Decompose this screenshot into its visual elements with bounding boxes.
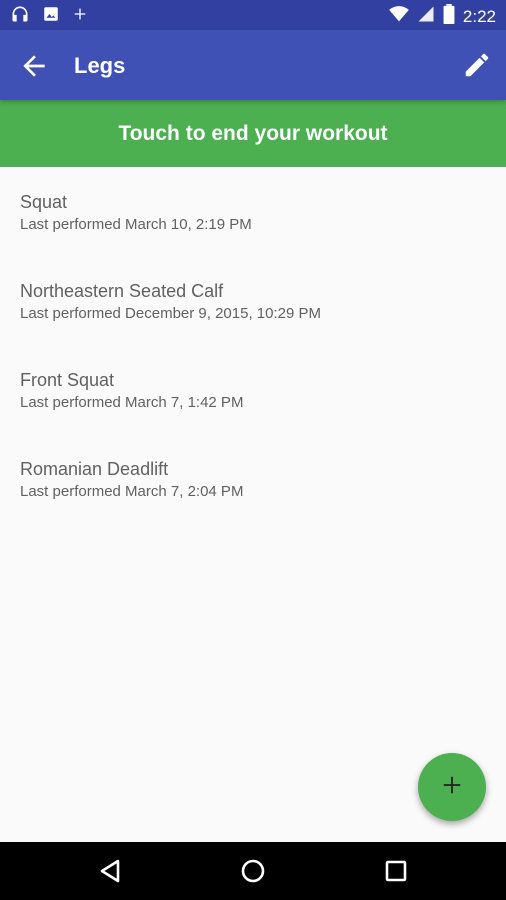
status-left-icons [10, 4, 88, 29]
exercise-name: Squat [20, 192, 68, 212]
status-time: 2:22 [462, 6, 496, 26]
status-right-icons: 2:22 [389, 4, 496, 29]
end-workout-banner[interactable]: Touch to end your workout [0, 100, 506, 167]
image-icon [42, 5, 60, 28]
end-workout-label: Touch to end your workout [118, 122, 388, 145]
exercise-last-performed: Last performed March 7, 1:42 PM [20, 394, 244, 411]
page-title: Legs [74, 53, 126, 78]
system-nav-bar [0, 842, 506, 900]
back-triangle-icon[interactable] [96, 856, 126, 886]
list-item[interactable]: Northeastern Seated Calf Last performed … [0, 256, 506, 345]
exercise-last-performed: Last performed December 9, 2015, 10:29 P… [20, 305, 321, 322]
battery-icon [443, 4, 455, 29]
arrow-back-icon[interactable] [18, 50, 50, 82]
list-item[interactable]: Squat Last performed March 10, 2:19 PM [0, 167, 506, 256]
exercise-name: Romanian Deadlift [20, 459, 169, 479]
exercise-last-performed: Last performed March 10, 2:19 PM [20, 216, 252, 233]
add-exercise-button[interactable] [418, 753, 486, 821]
wifi-icon [389, 5, 409, 28]
exercise-last-performed: Last performed March 7, 2:04 PM [20, 483, 244, 500]
add-icon [441, 774, 463, 801]
exercise-name: Front Squat [20, 370, 115, 390]
edit-pencil-icon[interactable] [462, 50, 492, 80]
signal-icon [417, 5, 435, 28]
home-circle-icon[interactable] [238, 856, 268, 886]
list-item[interactable]: Romanian Deadlift Last performed March 7… [0, 434, 506, 523]
app-bar: Legs [0, 30, 506, 100]
status-bar: 2:22 [0, 0, 506, 30]
recents-square-icon[interactable] [381, 856, 411, 886]
list-item[interactable]: Front Squat Last performed March 7, 1:42… [0, 345, 506, 434]
exercise-list: Squat Last performed March 10, 2:19 PM N… [0, 167, 506, 523]
exercise-name: Northeastern Seated Calf [20, 281, 224, 301]
headphones-icon [10, 4, 30, 29]
plus-icon [72, 6, 88, 27]
